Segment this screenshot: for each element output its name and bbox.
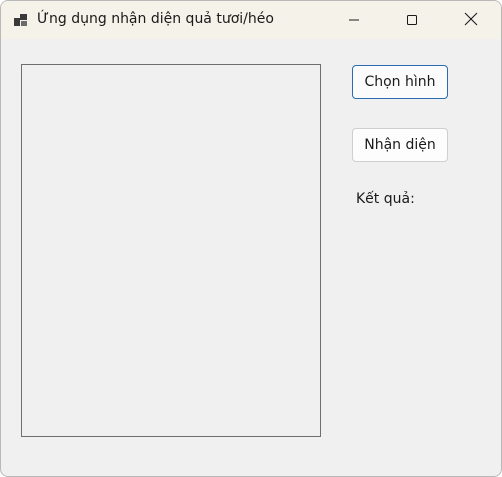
close-button[interactable] (448, 1, 494, 39)
window-title: Ứng dụng nhận diện quả tươi/héo (37, 11, 274, 27)
image-preview-box (21, 64, 321, 437)
app-icon (13, 12, 29, 28)
minimize-button[interactable] (331, 1, 377, 39)
minimize-icon (348, 11, 360, 30)
app-window: Ứng dụng nhận diện quả tươi/héo Chọn hìn… (0, 0, 502, 477)
choose-image-button[interactable]: Chọn hình (352, 65, 448, 99)
title-bar[interactable]: Ứng dụng nhận diện quả tươi/héo (1, 1, 501, 39)
recognize-button[interactable]: Nhận diện (352, 128, 448, 162)
result-label: Kết quả: (356, 191, 415, 207)
maximize-button[interactable] (389, 1, 435, 39)
close-icon (464, 11, 478, 30)
maximize-icon (406, 11, 418, 30)
